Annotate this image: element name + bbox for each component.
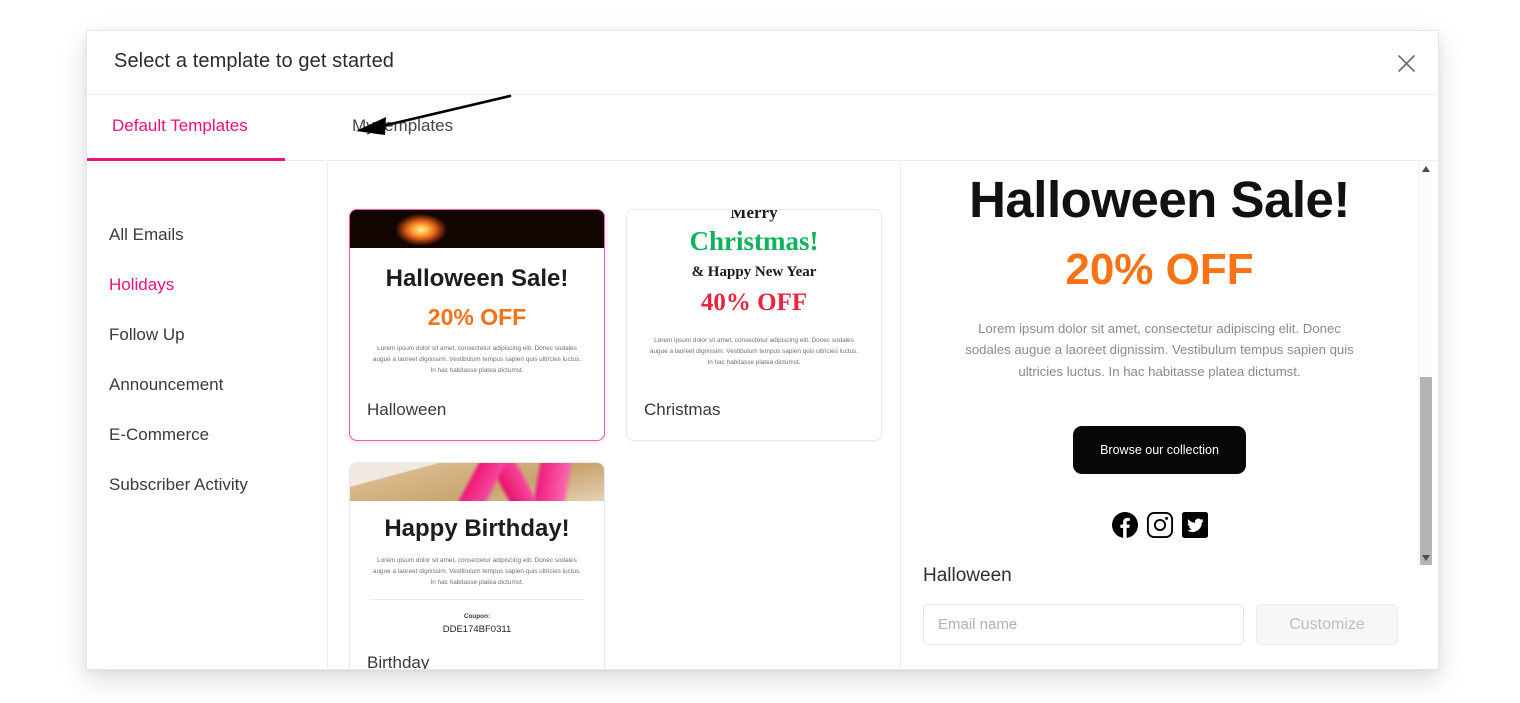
preview-body-text: Lorem ipsum dolor sit amet, consectetur … (965, 321, 1354, 379)
thumb-coupon-code: DDE174BF0311 (442, 624, 512, 636)
social-links (953, 512, 1366, 539)
scroll-down-arrow-icon[interactable] (1419, 551, 1433, 565)
sidebar-item-subscriber-activity[interactable]: Subscriber Activity (87, 460, 327, 510)
template-card-halloween[interactable]: Halloween Sale! 20% OFF Lorem ipsum dolo… (349, 209, 605, 441)
template-thumbnail-christmas: Merry Christmas! & Happy New Year 40% OF… (627, 210, 881, 386)
thumb-body: Lorem ipsum dolor sit amet, consectetur … (372, 557, 582, 587)
template-thumbnail-birthday: Happy Birthday! Lorem ipsum dolor sit am… (350, 463, 604, 639)
thumb-coupon-label: Coupon: (463, 613, 491, 621)
template-name: Christmas (644, 400, 721, 419)
sidebar-item-all-emails[interactable]: All Emails (87, 210, 327, 260)
twitter-icon[interactable] (1181, 512, 1208, 539)
preview-email-body: Halloween Sale! 20% OFF Lorem ipsum dolo… (901, 170, 1418, 565)
template-card-birthday[interactable]: Happy Birthday! Lorem ipsum dolor sit am… (349, 462, 605, 669)
active-tab-indicator (87, 158, 285, 161)
thumb-offer: 20% OFF (427, 304, 527, 330)
instagram-icon[interactable] (1146, 512, 1173, 539)
screen: Select a template to get started Default… (0, 0, 1520, 703)
action-row: Customize (923, 604, 1398, 669)
close-button[interactable] (1388, 45, 1424, 81)
facebook-icon[interactable] (1111, 512, 1138, 539)
scroll-up-arrow-icon[interactable] (1419, 162, 1433, 176)
thumb-body: Lorem ipsum dolor sit amet, consectetur … (649, 337, 859, 367)
close-icon (1397, 54, 1415, 72)
template-preview-pane: Halloween Sale! 20% OFF Lorem ipsum dolo… (901, 162, 1438, 669)
template-card-christmas[interactable]: Merry Christmas! & Happy New Year 40% OF… (626, 209, 882, 441)
thumb-heading: Christmas! (689, 226, 819, 256)
page-title: Select a template to get started (114, 50, 395, 72)
thumb-heading: Happy Birthday! (384, 515, 570, 542)
customize-button[interactable]: Customize (1256, 604, 1398, 645)
sidebar-item-follow-up[interactable]: Follow Up (87, 310, 327, 360)
thumb-heading: Halloween Sale! (385, 265, 569, 292)
template-name: Halloween (367, 400, 447, 419)
preview-scrollbar[interactable] (1418, 162, 1432, 565)
selected-template-name: Halloween (923, 565, 1012, 586)
template-thumbnail-halloween: Halloween Sale! 20% OFF Lorem ipsum dolo… (350, 210, 604, 386)
email-name-input[interactable] (923, 604, 1244, 645)
sidebar-item-announcement[interactable]: Announcement (87, 360, 327, 410)
template-picker-modal: Select a template to get started Default… (86, 30, 1439, 670)
scrollbar-thumb[interactable] (1420, 377, 1432, 565)
thumb-divider (370, 599, 584, 601)
thumb-subheading: & Happy New Year (691, 264, 817, 280)
thumb-body: Lorem ipsum dolor sit amet, consectetur … (372, 345, 582, 375)
modal-body: All Emails Holidays Follow Up Announceme… (87, 162, 1438, 669)
preview-offer: 20% OFF (1065, 245, 1254, 294)
preview-footer-controls: Halloween Customize (901, 565, 1438, 669)
preview-heading: Halloween Sale! (969, 171, 1350, 228)
sidebar-item-e-commerce[interactable]: E-Commerce (87, 410, 327, 460)
tab-bar: Default Templates My templates (87, 95, 1438, 161)
tab-my-templates[interactable]: My templates (352, 116, 453, 136)
template-name: Birthday (367, 653, 430, 669)
template-grid: Halloween Sale! 20% OFF Lorem ipsum dolo… (349, 209, 900, 669)
preview-scroll-area: Halloween Sale! 20% OFF Lorem ipsum dolo… (901, 162, 1438, 565)
modal-header: Select a template to get started (87, 31, 1438, 95)
birthday-hero-image (350, 463, 604, 501)
template-grid-pane: Halloween Sale! 20% OFF Lorem ipsum dolo… (328, 162, 901, 669)
browse-collection-button[interactable]: Browse our collection (1073, 426, 1246, 475)
halloween-hero-image (350, 210, 604, 248)
category-sidebar: All Emails Holidays Follow Up Announceme… (87, 162, 328, 669)
thumb-merry: Merry (730, 210, 778, 222)
thumb-offer: 40% OFF (700, 289, 808, 316)
tab-default-templates[interactable]: Default Templates (112, 116, 248, 136)
sidebar-item-holidays[interactable]: Holidays (87, 260, 327, 310)
